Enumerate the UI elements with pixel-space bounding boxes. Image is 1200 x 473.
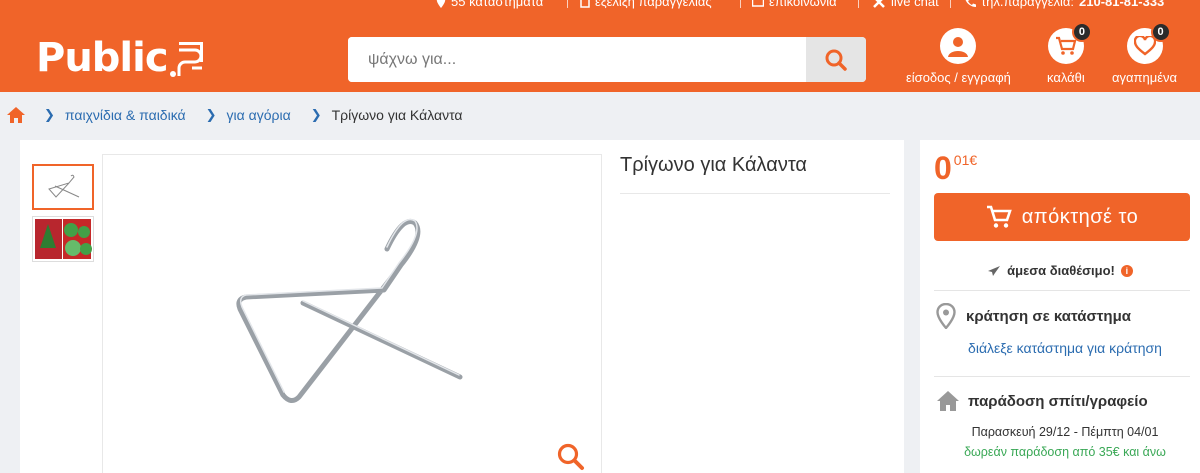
thumbnail-package[interactable] xyxy=(32,216,94,262)
logo-gr-mark xyxy=(169,42,203,77)
cart-icon xyxy=(1055,36,1077,55)
search-icon xyxy=(825,49,847,71)
phone-label: τηλ.παραγγελία: xyxy=(981,0,1074,9)
envelope-icon xyxy=(752,0,764,7)
public-logo[interactable]: Public xyxy=(36,34,206,78)
search-input[interactable] xyxy=(348,37,806,82)
price-integer: 0 xyxy=(934,150,952,186)
search-bar xyxy=(348,37,866,82)
live-chat-label: live chat xyxy=(891,0,939,9)
tracking-icon xyxy=(580,0,590,8)
product-card: Τρίγωνο για Κάλαντα xyxy=(20,140,904,473)
cart-icon xyxy=(986,205,1012,228)
separator xyxy=(567,0,568,8)
phone-number: 210-81-81-333 xyxy=(1079,0,1165,9)
house-icon xyxy=(937,391,959,411)
cart-count-badge: 0 xyxy=(1071,22,1092,42)
chevron-right-icon: ❯ xyxy=(205,107,217,122)
breadcrumb: ❯ παιχνίδια & παιδικά ❯ για αγόρια ❯ Τρί… xyxy=(0,92,1200,138)
favorites-count-badge: 0 xyxy=(1150,22,1171,42)
store-reservation-title: κράτηση σε κατάστημα xyxy=(966,307,1131,325)
favorites-circle: 0 xyxy=(1126,22,1171,64)
phone-order: τηλ.παραγγελία: 210-81-81-333 xyxy=(964,0,1164,9)
heart-icon xyxy=(1133,36,1156,56)
buy-button-label: απόκτησέ το xyxy=(1021,205,1139,228)
cart-button[interactable]: 0 καλάθι xyxy=(1047,22,1092,85)
price-decimal: 01€ xyxy=(953,152,978,168)
product-title: Τρίγωνο για Κάλαντα xyxy=(620,154,890,194)
price: 0 01€ xyxy=(934,150,977,186)
choose-store-link[interactable]: διάλεξε κατάστημα για κράτηση xyxy=(920,340,1200,356)
breadcrumb-current: Τρίγωνο για Κάλαντα xyxy=(331,107,463,123)
home-icon[interactable] xyxy=(6,106,26,124)
info-icon[interactable]: i xyxy=(1120,264,1133,277)
buy-box: 0 01€ απόκτησέ το άμεσα διαθέσιμο! i κρά… xyxy=(920,140,1200,473)
live-chat-link[interactable]: live chat xyxy=(872,0,939,9)
contact-link[interactable]: επικοινωνία xyxy=(752,0,837,9)
phone-icon xyxy=(965,0,976,7)
thumbnail-list xyxy=(32,164,94,268)
home-delivery-row: παράδοση σπίτι/γραφείο xyxy=(936,390,1196,412)
contact-label: επικοινωνία xyxy=(769,0,837,9)
separator xyxy=(950,0,951,8)
breadcrumb-link-boys[interactable]: για αγόρια xyxy=(227,107,291,123)
login-label: είσοδος / εγγραφή xyxy=(906,70,1011,85)
main-product-image[interactable] xyxy=(102,154,602,473)
store-reservation-row: κράτηση σε κατάστημα xyxy=(936,303,1196,329)
stores-label: 55 καταστήματα xyxy=(451,0,544,9)
site-header: Public είσοδος / εγγραφή xyxy=(0,12,1200,92)
favorites-label: αγαπημένα xyxy=(1112,70,1178,85)
stores-link[interactable]: 55 καταστήματα xyxy=(436,0,543,9)
divider xyxy=(934,376,1190,377)
separator xyxy=(858,0,859,8)
order-tracking-link[interactable]: εξέλιξη παραγγελίας xyxy=(580,0,712,9)
zoom-icon[interactable] xyxy=(556,442,586,472)
triangle-thumbnail-image xyxy=(48,174,80,198)
order-tracking-label: εξέλιξη παραγγελίας xyxy=(595,0,712,9)
login-button[interactable]: είσοδος / εγγραφή xyxy=(906,28,1011,85)
user-icon xyxy=(948,37,969,57)
location-pin-icon xyxy=(936,303,956,329)
availability: άμεσα διαθέσιμο! i xyxy=(920,263,1200,278)
search-button[interactable] xyxy=(806,37,866,82)
cart-circle: 0 xyxy=(1047,22,1092,64)
chat-icon xyxy=(873,0,885,8)
chevron-right-icon: ❯ xyxy=(44,107,55,122)
buy-button[interactable]: απόκτησέ το xyxy=(934,193,1190,241)
cart-label: καλάθι xyxy=(1047,70,1085,85)
logo-wordmark: Public xyxy=(36,35,169,81)
separator xyxy=(740,0,741,8)
send-icon xyxy=(988,265,1001,276)
user-avatar-circle xyxy=(940,28,977,64)
home-delivery-title: παράδοση σπίτι/γραφείο xyxy=(968,392,1148,410)
free-shipping-note: δωρεάν παράδοση από 35€ και άνω xyxy=(964,445,1166,459)
favorites-button[interactable]: 0 αγαπημένα xyxy=(1112,22,1178,85)
breadcrumb-link-toys[interactable]: παιχνίδια & παιδικά xyxy=(65,107,186,123)
availability-label: άμεσα διαθέσιμο! xyxy=(1007,263,1115,278)
top-utility-bar: 55 καταστήματα εξέλιξη παραγγελίας επικο… xyxy=(0,0,1200,12)
chevron-right-icon: ❯ xyxy=(310,107,322,122)
divider xyxy=(934,290,1190,291)
package-thumbnail-image xyxy=(35,219,92,259)
thumbnail-triangle[interactable] xyxy=(32,164,94,210)
triangle-instrument-image xyxy=(236,218,463,403)
delivery-dates: Παρασκευή 29/12 - Πέμπτη 04/01 xyxy=(971,425,1159,439)
location-pin-icon xyxy=(436,0,446,8)
